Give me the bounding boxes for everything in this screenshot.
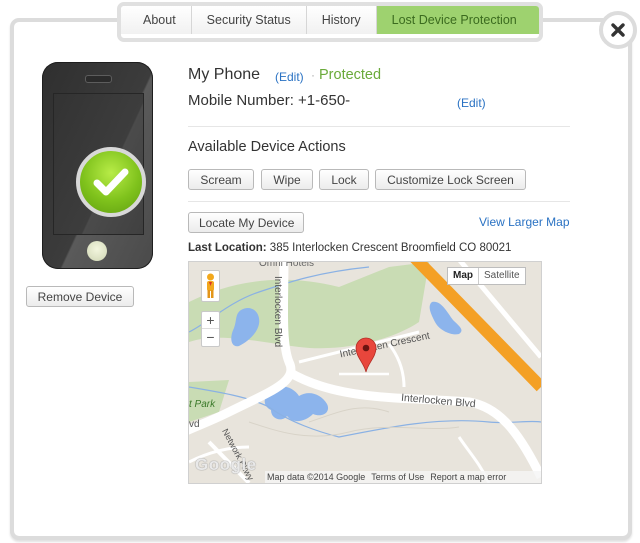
close-button[interactable] [599,11,637,49]
phone-speaker [85,75,112,83]
edit-name-link[interactable]: (Edit) [275,70,304,84]
map-label-vd: vd [189,419,200,430]
separator-dot: · [311,68,315,82]
divider [188,126,570,127]
location-map[interactable]: Omni Hotels Interlocken Blvd Interlocken… [188,261,542,484]
map-type-control: Map Satellite [447,267,526,285]
tab-history[interactable]: History [306,6,377,34]
map-label-top: Omni Hotels [259,261,315,269]
zoom-in-button[interactable]: + [202,312,219,329]
device-image [42,62,153,269]
close-icon [611,23,625,37]
map-pin-icon [355,337,377,373]
view-larger-map-link[interactable]: View Larger Map [479,215,570,229]
protected-status: Protected [319,67,382,83]
map-label-blvd-vertical: Interlocken Blvd [272,276,283,348]
street-view-pegman[interactable] [201,270,220,302]
wipe-button[interactable]: Wipe [261,169,313,190]
report-map-error-link[interactable]: Report a map error [430,471,506,483]
phone-home-button [87,241,107,261]
last-location-label: Last Location: [188,242,267,254]
checkmark-icon [76,147,146,217]
tab-security-status[interactable]: Security Status [191,6,307,34]
map-attribution: Map data ©2014 Google Terms of Use Repor… [265,471,541,483]
divider [188,201,570,202]
tab-bar: About Security Status History Lost Devic… [117,2,543,42]
location-marker[interactable] [355,337,377,378]
last-location-value: 385 Interlocken Crescent Broomfield CO 8… [269,242,512,254]
customize-lock-screen-button[interactable]: Customize Lock Screen [375,169,526,190]
locate-my-device-button[interactable]: Locate My Device [188,212,304,233]
map-label-park: t Park [189,399,216,410]
zoom-control: + − [201,311,220,347]
terms-of-use-link[interactable]: Terms of Use [371,471,424,483]
last-location: Last Location: 385 Interlocken Crescent … [188,242,511,254]
pegman-icon [207,273,214,298]
actions-heading: Available Device Actions [188,139,346,155]
map-type-satellite[interactable]: Satellite [479,268,525,284]
tab-about[interactable]: About [121,6,192,34]
map-type-map[interactable]: Map [448,268,479,284]
phone-screen [53,93,146,235]
zoom-out-button[interactable]: − [202,329,219,346]
remove-device-button[interactable]: Remove Device [26,286,134,307]
scream-button[interactable]: Scream [188,169,254,190]
device-name: My Phone [188,66,261,83]
edit-mobile-link[interactable]: (Edit) [457,96,486,110]
google-logo: Google [195,455,257,474]
mobile-number: Mobile Number: +1-650- [188,92,351,109]
lock-button[interactable]: Lock [319,169,369,190]
map-data-credit: Map data ©2014 Google [267,472,366,482]
tab-lost-device-protection[interactable]: Lost Device Protection [376,6,539,34]
